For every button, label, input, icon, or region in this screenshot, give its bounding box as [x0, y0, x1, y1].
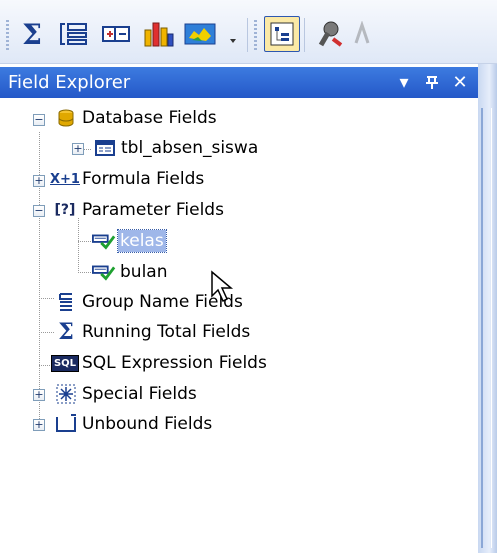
adjacent-panel-edge [478, 64, 497, 553]
summary-icon: Σ [22, 17, 42, 51]
parameter-fields-expander[interactable]: − [33, 205, 45, 217]
panel-pin-button[interactable] [420, 70, 444, 94]
pin-icon [426, 76, 438, 89]
special-fields-expander[interactable]: + [33, 389, 45, 401]
tree-connector [84, 149, 92, 150]
sql-icon-text: SQL [50, 354, 80, 372]
field-explorer-icon [270, 22, 294, 46]
database-fields-expander[interactable]: − [33, 114, 45, 126]
tree-item-sql-expression-fields[interactable]: SQL Expression Fields [82, 352, 267, 374]
disabled-tool-button[interactable] [350, 16, 374, 52]
tree-connector [78, 272, 92, 273]
tree-item-unbound-fields[interactable]: Unbound Fields [82, 413, 212, 435]
unbound-fields-expander[interactable]: + [33, 419, 45, 431]
tree-item-formula-fields[interactable]: Formula Fields [82, 168, 204, 190]
group-button[interactable] [56, 16, 92, 52]
toolbar-grip-2[interactable] [254, 20, 257, 50]
field-explorer-button[interactable] [264, 16, 300, 52]
chevron-down-icon: ▾ [399, 71, 409, 93]
map-button[interactable] [182, 16, 218, 52]
report-toolbar: Σ [0, 0, 497, 64]
field-explorer-titlebar: Field Explorer ▾ ✕ [0, 67, 478, 98]
parameter-check-icon [92, 261, 116, 283]
tree-connector [39, 332, 55, 333]
summary-button[interactable]: Σ [14, 16, 50, 52]
mouse-cursor-icon [211, 270, 234, 303]
group-name-icon [54, 291, 78, 313]
tree-connector [39, 298, 55, 299]
toolbar-separator-2 [304, 18, 305, 52]
tree-item-database-fields[interactable]: Database Fields [82, 107, 217, 129]
running-total-icon: Σ [58, 319, 74, 345]
group-icon [60, 23, 87, 45]
formula-icon: X+1 [50, 171, 80, 187]
panel-dropdown-button[interactable]: ▾ [392, 70, 416, 94]
unbound-fields-icon [54, 413, 78, 435]
table-expander[interactable]: + [72, 143, 84, 155]
field-tree: − Database Fields + tbl_absen_siswa + X+… [0, 98, 478, 553]
wrench-icon [318, 21, 343, 47]
tree-item-bulan[interactable]: bulan [120, 261, 167, 283]
tree-item-kelas[interactable]: kelas [117, 229, 167, 253]
database-icon [54, 107, 78, 129]
toolbar-grip[interactable] [6, 20, 9, 50]
sql-icon: SQL [50, 352, 80, 374]
parameter-icon: [?] [54, 202, 76, 218]
close-icon: ✕ [452, 71, 468, 93]
parameter-check-icon [92, 230, 116, 252]
hierarchy-button[interactable] [98, 16, 134, 52]
tree-item-running-total-fields[interactable]: Running Total Fields [82, 321, 250, 343]
overflow-icon [230, 39, 236, 43]
toolbar-separator [247, 18, 248, 52]
tree-item-special-fields[interactable]: Special Fields [82, 383, 197, 405]
hierarchy-icon [102, 26, 130, 42]
toolbar-overflow-button[interactable] [222, 16, 244, 52]
tree-connector [78, 241, 92, 242]
table-icon [93, 137, 117, 159]
panel-close-button[interactable]: ✕ [448, 70, 472, 94]
tree-item-parameter-fields[interactable]: Parameter Fields [82, 199, 224, 221]
formula-fields-expander[interactable]: + [33, 175, 45, 187]
chart-icon [144, 22, 174, 47]
map-icon [184, 23, 216, 45]
tree-item-tbl-absen-siswa[interactable]: tbl_absen_siswa [121, 137, 258, 159]
panel-title: Field Explorer [8, 72, 131, 93]
chart-button[interactable] [140, 16, 176, 52]
disabled-tool-icon [354, 21, 370, 44]
wrench-button[interactable] [312, 16, 348, 52]
special-fields-icon [54, 383, 78, 405]
tree-connector [78, 218, 79, 273]
